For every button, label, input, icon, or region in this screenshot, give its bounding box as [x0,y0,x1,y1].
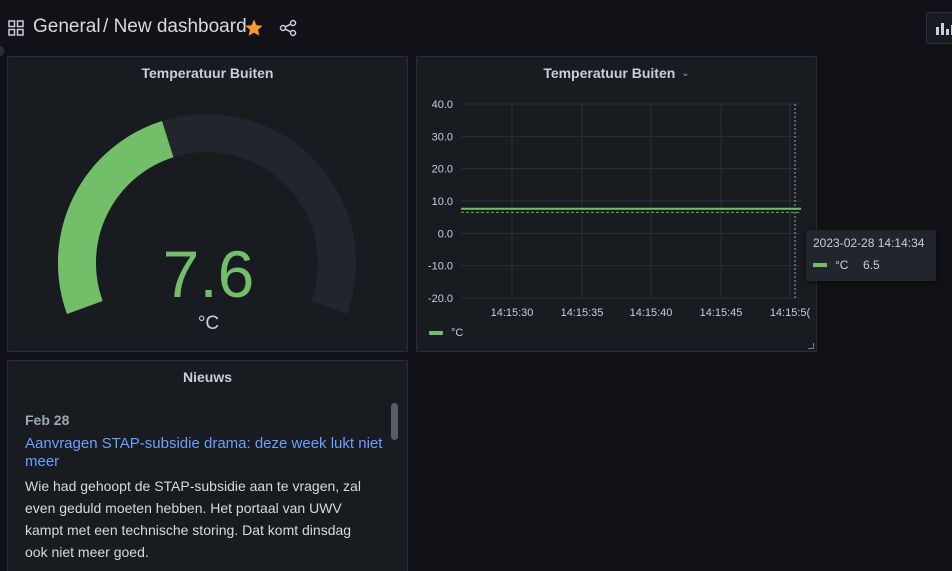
panel-title[interactable]: Nieuws [8,369,407,385]
tooltip-time: 2023-02-28 14:14:34 [813,236,925,250]
timeseries-panel[interactable]: Temperatuur Buiten ⌄ 40.0 30.0 20.0 10.0 0.0-… [416,56,817,352]
y-tick-label: 40.0 [432,99,453,111]
dashboard-title: New dashboard [113,16,247,37]
legend-item[interactable]: °C [429,327,463,339]
y-tick-label: 20.0 [432,164,453,176]
y-tick-label: 30.0 [432,131,453,143]
y-tick-label: -10.0 [428,261,453,273]
y-tick-label: 0.0 [438,228,453,240]
breadcrumb-separator: / [103,16,109,37]
resize-handle[interactable] [808,343,814,349]
tooltip-swatch [813,263,827,267]
gauge-unit: °C [197,313,220,334]
add-panel-icon [936,23,952,35]
x-tick-label: 14:15:5( [770,307,811,319]
x-tick-label: 14:15:35 [561,307,604,319]
y-tick-label: 10.0 [432,196,453,208]
dashboard-header: General / New dashboard [0,0,952,56]
tooltip-series: °C [835,258,849,272]
news-panel[interactable]: Nieuws Feb 28 Aanvragen STAP-subsidie dr… [7,360,408,571]
legend-label: °C [451,327,464,339]
x-tick-label: 14:15:40 [630,307,673,319]
x-tick-label: 14:15:30 [491,307,534,319]
gauge-value: 7.6 [162,237,255,311]
x-tick-label: 14:15:45 [700,307,743,319]
y-tick-label: -20.0 [428,293,453,305]
add-panel-button[interactable] [926,12,952,44]
breadcrumb-dashboard[interactable]: / New dashboard [103,16,247,38]
news-date: Feb 28 [25,412,70,428]
tooltip-value: 6.5 [863,258,880,272]
share-icon[interactable] [279,19,297,37]
legend-swatch [429,331,443,335]
scrollbar[interactable] [391,403,398,440]
gauge-panel[interactable]: Temperatuur Buiten 7.6 °C [7,56,408,352]
grid-icon[interactable] [8,20,24,36]
news-body: Wie had gehoopt de STAP-subsidie aan te … [25,478,361,560]
breadcrumb-folder[interactable]: General [33,16,101,38]
chart-tooltip: 2023-02-28 14:14:34 °C 6.5 [806,230,936,281]
timeseries-chart[interactable]: 40.0 30.0 20.0 10.0 0.0 -10.0 -20.0 14:15:30 14:… [417,57,818,353]
star-icon[interactable] [244,18,264,38]
sidebar-edge [0,46,4,56]
news-headline-link[interactable]: Aanvragen STAP-subsidie drama: deze week… [25,435,385,471]
tooltip-row: °C 6.5 [813,258,929,272]
